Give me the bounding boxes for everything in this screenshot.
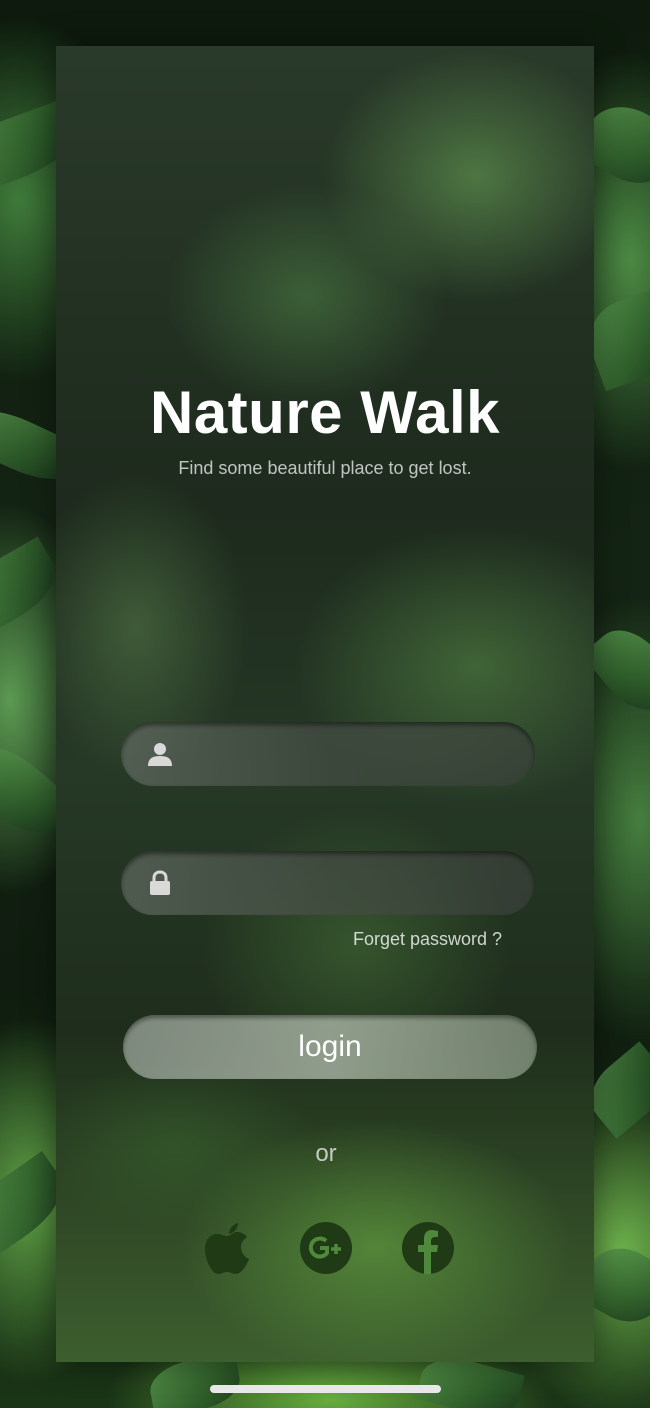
username-field[interactable] — [121, 722, 535, 788]
password-input[interactable] — [191, 851, 515, 917]
google-plus-login-button[interactable] — [298, 1220, 354, 1276]
app-title: Nature Walk — [149, 379, 501, 446]
or-divider: or — [315, 1140, 337, 1167]
lock-icon — [147, 870, 173, 896]
facebook-login-button[interactable] — [400, 1220, 456, 1276]
forgot-password-link[interactable]: Forget password ? — [353, 929, 502, 950]
login-button[interactable]: login — [123, 1015, 537, 1079]
user-icon — [147, 741, 173, 767]
password-field[interactable] — [121, 851, 535, 917]
apple-icon — [200, 1223, 256, 1280]
facebook-icon — [400, 1222, 456, 1280]
app-subtitle: Find some beautiful place to get lost. — [178, 458, 472, 478]
username-input[interactable] — [191, 722, 515, 788]
home-indicator[interactable] — [210, 1385, 441, 1393]
apple-login-button[interactable] — [200, 1220, 256, 1276]
google-plus-icon — [298, 1222, 354, 1280]
